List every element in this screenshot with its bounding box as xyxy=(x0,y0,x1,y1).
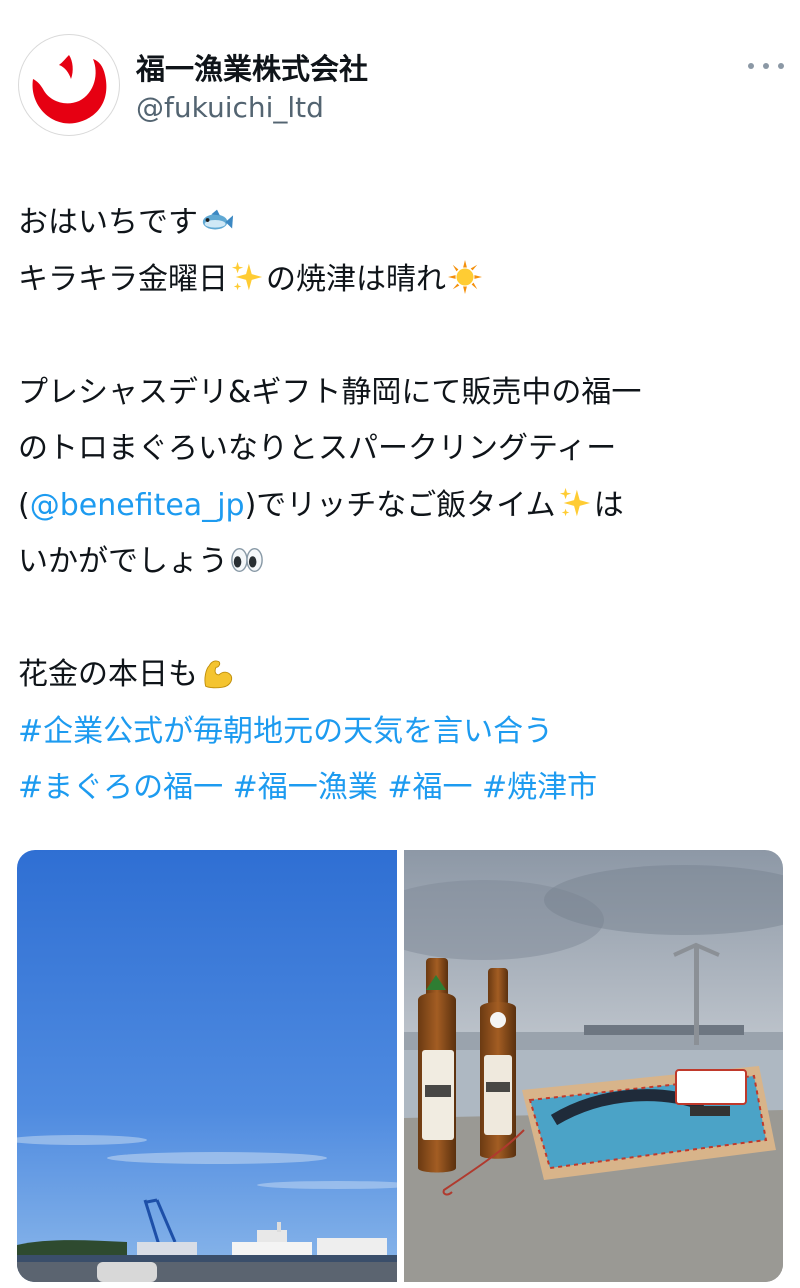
tweet-header: 福一漁業株式会社 @fukuichi_ltd xyxy=(0,0,800,150)
tweet-line: いかがでしょう xyxy=(18,534,788,591)
fukuichi-logo-icon xyxy=(32,55,107,124)
tweet-line: おはいちです xyxy=(18,195,788,252)
more-dot-icon xyxy=(748,63,754,69)
fish-icon xyxy=(202,209,234,229)
more-options-button[interactable] xyxy=(748,52,784,80)
hashtag-line[interactable]: #企業公式が毎朝地元の天気を言い合う xyxy=(18,704,788,761)
sun-icon xyxy=(448,260,482,294)
more-dot-icon xyxy=(763,63,769,69)
tweet-line: のトロまぐろいなりとスパークリングティー xyxy=(18,431,617,466)
tweet-line: (@benefitea_jp)でリッチなご飯タイム は xyxy=(18,487,624,523)
media-grid xyxy=(17,850,783,1282)
sparkles-icon xyxy=(559,487,590,517)
photo-harbor-sky[interactable] xyxy=(17,850,397,1282)
eyes-icon xyxy=(231,547,263,572)
tweet-line: プレシャスデリ&ギフト静岡にて販売中の福一 xyxy=(18,374,642,410)
tweet-text: おはいちです キラキラ金曜日 の焼津は晴れ プレシャスデリ&ギフト静岡にて販売中… xyxy=(18,195,788,817)
more-dot-icon xyxy=(778,63,784,69)
mention-link[interactable]: @benefitea_jp xyxy=(30,488,245,523)
avatar[interactable] xyxy=(18,34,120,136)
sparkles-icon xyxy=(231,261,263,291)
tweet-line: キラキラ金曜日 の焼津は晴れ xyxy=(18,252,788,309)
display-name[interactable]: 福一漁業株式会社 xyxy=(136,46,368,88)
photo-tea-and-inari[interactable] xyxy=(404,850,783,1282)
flexed-biceps-icon xyxy=(204,659,233,688)
tweet-line: 花金の本日も xyxy=(18,647,788,704)
hashtag-line[interactable]: #まぐろの福一 #福一漁業 #福一 #焼津市 xyxy=(18,760,788,817)
user-handle[interactable]: @fukuichi_ltd xyxy=(136,91,324,124)
